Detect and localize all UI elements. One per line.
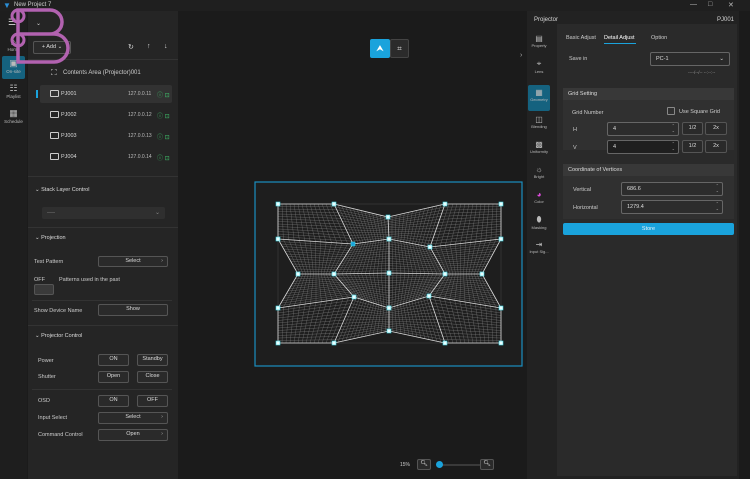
save-date: ----/--/-- --:--:-- xyxy=(688,70,716,75)
tab-basic-adjust[interactable]: Basic Adjust xyxy=(566,35,596,41)
uniformity-icon: ▩ xyxy=(535,140,543,149)
grid-vertex[interactable] xyxy=(426,293,432,299)
blending-icon: ◫ xyxy=(535,115,543,124)
grid-vertex[interactable] xyxy=(350,241,356,247)
rail-label: Color xyxy=(534,199,544,204)
coordinate-title: Coordinate of Vertices xyxy=(563,164,734,176)
rail-label: Blending xyxy=(531,124,547,129)
grid-vertex[interactable] xyxy=(498,201,504,207)
right-panel-title: Projector xyxy=(534,17,559,23)
grid-vertex[interactable] xyxy=(427,244,433,250)
grid-vertex[interactable] xyxy=(442,201,448,207)
grid-vertex[interactable] xyxy=(386,236,392,242)
grid-vertex[interactable] xyxy=(275,236,281,242)
bright-icon: ☼ xyxy=(535,165,543,174)
grid-vertex[interactable] xyxy=(385,214,391,220)
horizontal-value: 1279.4 xyxy=(627,204,644,210)
save-in-select[interactable]: PC-1 ⌄ xyxy=(650,52,730,66)
grid-vertex[interactable] xyxy=(275,201,281,207)
masking-icon: ⬮ xyxy=(536,215,542,224)
rail-bright[interactable]: ☼ Bright xyxy=(528,162,550,188)
zoom-in-button[interactable]: 🔍︎ xyxy=(480,459,494,470)
grid-h-input[interactable]: 4 ⌃ ⌄ xyxy=(607,122,679,136)
save-in-value: PC-1 xyxy=(656,56,669,62)
vertical-label: Vertical xyxy=(573,187,592,193)
grid-vertex[interactable] xyxy=(275,340,281,346)
rail-label: Masking xyxy=(531,225,547,230)
rail-color[interactable]: ◕ Color xyxy=(528,187,550,213)
tab-detail-adjust[interactable]: Detail Adjust xyxy=(604,35,635,41)
v-double-button[interactable]: 2x xyxy=(705,140,727,153)
property-icon: ▤ xyxy=(535,34,543,43)
rail-label: Lens xyxy=(534,69,544,74)
half-label: 1/2 xyxy=(688,125,697,131)
grid-vertex[interactable] xyxy=(386,305,392,311)
grid-vertex[interactable] xyxy=(386,270,392,276)
grid-vertex[interactable] xyxy=(442,340,448,346)
grid-vertex[interactable] xyxy=(498,236,504,242)
geometry-icon: ▦ xyxy=(535,88,543,97)
grid-h-value: 4 xyxy=(613,126,617,132)
store-label: Store xyxy=(641,226,656,232)
grid-vertex[interactable] xyxy=(331,340,337,346)
grid-v-input[interactable]: 4 ⌃ ⌄ xyxy=(607,140,679,154)
grid-vertex[interactable] xyxy=(479,271,485,277)
double-label: 2x xyxy=(713,125,719,131)
zoom-out-icon: 🔍︎ xyxy=(420,461,428,467)
color-icon: ◕ xyxy=(536,190,542,199)
grid-v-value: 4 xyxy=(613,144,617,150)
grid-number-label: Grid Number xyxy=(572,110,604,116)
rail-label: Input Sig... xyxy=(529,249,549,254)
device-name: PJ001 xyxy=(717,17,735,23)
grid-vertex[interactable] xyxy=(498,340,504,346)
grid-vertex[interactable] xyxy=(331,201,337,207)
rail-blending[interactable]: ◫ Blending xyxy=(528,112,550,138)
rail-input-signal[interactable]: ⇥ Input Sig... xyxy=(528,237,550,263)
h-label: H xyxy=(573,127,577,133)
v-label: V xyxy=(573,145,577,151)
vertical-input[interactable]: 686.6 ⌃ ⌄ xyxy=(621,182,723,196)
v-half-button[interactable]: 1/2 xyxy=(682,140,703,153)
watermark-logo xyxy=(10,8,70,64)
grid-setting-title: Grid Setting xyxy=(563,88,734,100)
h-double-button[interactable]: 2x xyxy=(705,122,727,135)
rail-property[interactable]: ▤ Property xyxy=(528,31,550,57)
rail-label: Geometry xyxy=(530,97,548,102)
vertical-value: 686.6 xyxy=(627,186,641,192)
save-in-label: Save in xyxy=(569,56,588,62)
store-button[interactable]: Store xyxy=(563,223,734,235)
square-grid-label[interactable]: Use Square Grid xyxy=(679,109,720,115)
double-label: 2x xyxy=(713,143,719,149)
rail-label: Bright xyxy=(533,174,545,179)
grid-vertex[interactable] xyxy=(275,305,281,311)
active-tab-underline xyxy=(604,43,636,44)
zoom-level: 15% xyxy=(400,462,411,468)
rail-label: Property xyxy=(531,43,547,48)
grid-vertex[interactable] xyxy=(295,271,301,277)
grid-vertex[interactable] xyxy=(351,294,357,300)
zoom-slider[interactable] xyxy=(437,464,482,466)
grid-vertex[interactable] xyxy=(498,305,504,311)
rail-uniformity[interactable]: ▩ Uniformity xyxy=(528,137,550,163)
tab-option[interactable]: Option xyxy=(651,35,667,41)
zoom-in-icon: 🔍︎ xyxy=(483,461,491,467)
h-half-button[interactable]: 1/2 xyxy=(682,122,703,135)
rail-geometry[interactable]: ▦ Geometry xyxy=(528,85,550,111)
square-grid-checkbox[interactable] xyxy=(667,107,675,115)
input-signal-icon: ⇥ xyxy=(535,240,543,249)
zoom-out-button[interactable]: 🔍︎ xyxy=(417,459,431,470)
half-label: 1/2 xyxy=(688,143,697,149)
lens-icon: ⌖ xyxy=(536,59,542,68)
horizontal-label: Horizontal xyxy=(573,205,598,211)
rail-masking[interactable]: ⬮ Masking xyxy=(528,212,550,238)
grid-vertex[interactable] xyxy=(331,271,337,277)
grid-vertex[interactable] xyxy=(442,271,448,277)
horizontal-input[interactable]: 1279.4 ⌃ ⌄ xyxy=(621,200,723,214)
rail-lens[interactable]: ⌖ Lens xyxy=(528,56,550,82)
grid-vertex[interactable] xyxy=(386,328,392,334)
rail-label: Uniformity xyxy=(529,149,548,154)
